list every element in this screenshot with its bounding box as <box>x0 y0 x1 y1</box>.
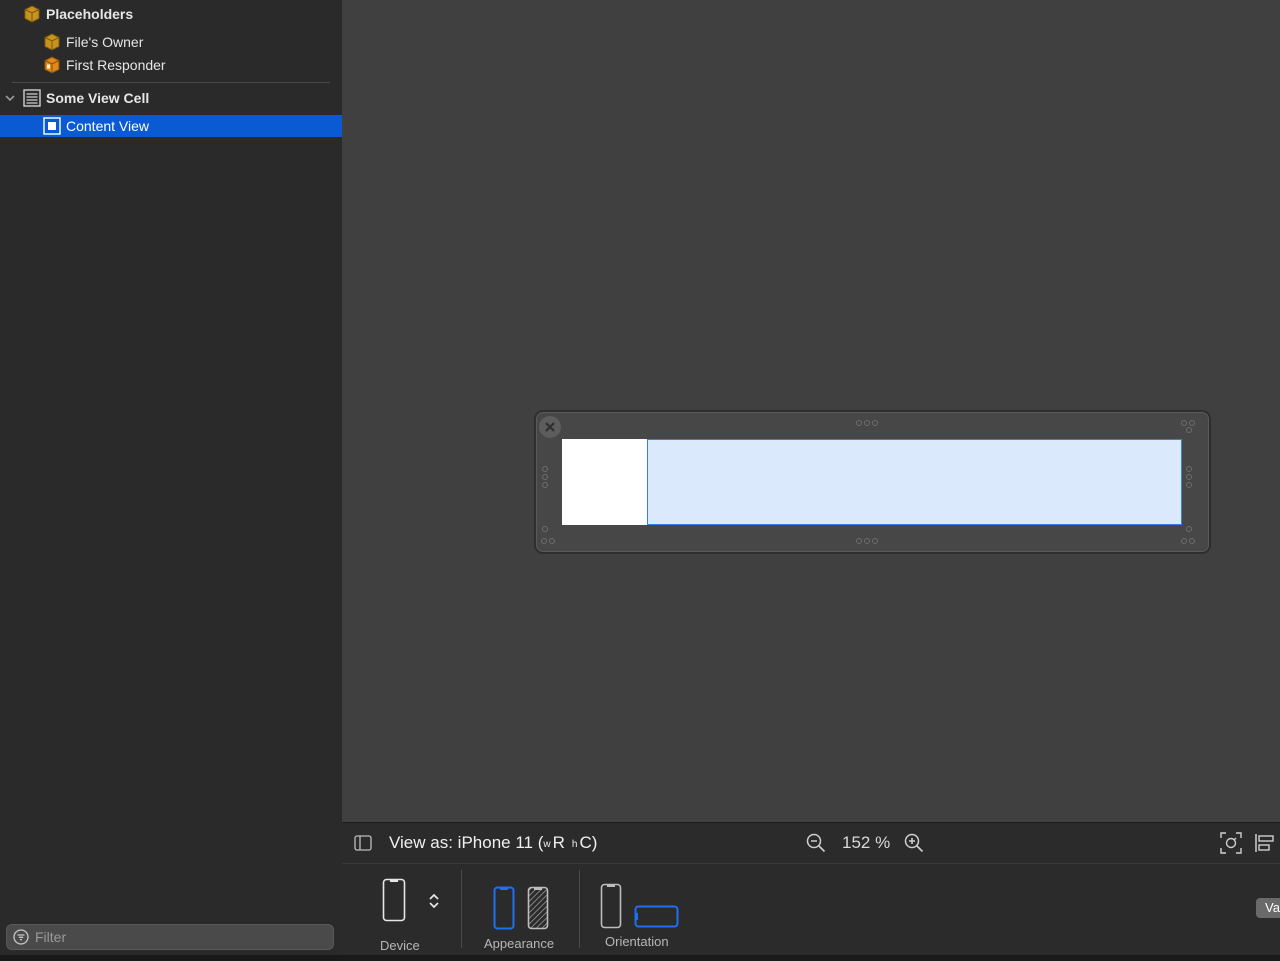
outline-content-view[interactable]: Content View <box>0 115 342 137</box>
outline-view-cell[interactable]: Some View Cell <box>0 87 342 109</box>
device-phone-button[interactable] <box>382 878 406 927</box>
resize-handle-top[interactable] <box>856 420 878 426</box>
zoom-level[interactable]: 152 % <box>842 823 890 863</box>
resize-handle-right[interactable] <box>1186 466 1192 488</box>
resize-handle-bottom[interactable] <box>856 538 878 544</box>
appearance-dark-button[interactable] <box>527 886 549 935</box>
device-configuration-panel: Device Appearance Orientation Va <box>342 864 1280 955</box>
align-button[interactable] <box>1254 823 1276 863</box>
orientation-label: Orientation <box>605 934 669 949</box>
config-separator-1 <box>461 870 462 948</box>
close-scene-icon[interactable] <box>539 416 561 438</box>
resize-handle-left[interactable] <box>542 466 548 488</box>
outline-divider <box>12 82 330 83</box>
first-responder-cube-icon <box>42 55 62 75</box>
resize-handle-bottom-left-upper[interactable] <box>542 526 548 532</box>
size-class-h-value: C <box>579 833 592 852</box>
appearance-label: Appearance <box>484 936 555 951</box>
outline-files-owner[interactable]: File's Owner <box>0 31 342 53</box>
size-class-h-label: h <box>571 839 578 850</box>
zoom-in-button[interactable] <box>904 823 924 863</box>
appearance-light-button[interactable] <box>493 886 515 935</box>
outline-first-responder[interactable]: First Responder <box>0 54 342 76</box>
view-as-prefix: View as: iPhone 11 ( <box>389 833 544 852</box>
chevron-up-down-icon <box>429 893 439 909</box>
zoom-in-icon <box>904 833 924 853</box>
filter-input[interactable] <box>35 929 333 945</box>
device-label: Device <box>380 938 420 953</box>
window-bottom-edge <box>0 955 1280 961</box>
align-icon <box>1255 834 1274 852</box>
size-class-w-label: w <box>543 839 551 850</box>
cell-content-left-area[interactable] <box>562 439 648 525</box>
outline-placeholders[interactable]: Placeholders <box>0 3 342 25</box>
update-frames-icon <box>1220 832 1242 854</box>
resize-handle-bottom-left[interactable] <box>541 538 555 544</box>
vary-for-traits-button[interactable]: Va <box>1256 898 1280 918</box>
outline-first-responder-label: First Responder <box>66 57 166 73</box>
update-frames-button[interactable] <box>1220 823 1242 863</box>
table-view-cell-scene[interactable] <box>534 410 1211 554</box>
zoom-out-button[interactable] <box>806 823 826 863</box>
resize-handle-top-right[interactable] <box>1181 420 1195 426</box>
interface-builder-canvas[interactable] <box>342 0 1280 822</box>
device-stepper[interactable] <box>428 892 440 915</box>
config-separator-2 <box>579 870 580 948</box>
device-bar: View as: iPhone 11 (w Rh C) 152 % <box>342 822 1280 864</box>
table-cell-icon <box>22 88 42 108</box>
outline-placeholders-label: Placeholders <box>46 6 134 22</box>
portrait-orientation-icon <box>600 883 622 929</box>
zoom-out-icon <box>806 833 826 853</box>
size-class-w-value: R <box>552 833 565 852</box>
filter-icon <box>13 929 29 945</box>
dark-appearance-icon <box>527 886 549 930</box>
sidebar-toggle-icon <box>354 835 372 851</box>
light-appearance-icon <box>493 886 515 930</box>
resize-handle-bottom-right-upper[interactable] <box>1186 526 1192 532</box>
files-owner-cube-icon <box>42 32 62 52</box>
content-view-selection[interactable] <box>647 439 1182 525</box>
orientation-landscape-button[interactable] <box>634 905 680 934</box>
landscape-orientation-icon <box>634 905 679 928</box>
orientation-portrait-button[interactable] <box>600 883 622 934</box>
view-as-button[interactable]: View as: iPhone 11 (w Rh C) <box>389 823 597 863</box>
outline-content-view-label: Content View <box>66 118 150 134</box>
chevron-down-icon[interactable] <box>4 92 16 104</box>
document-outline: Placeholders File's Owner First Responde… <box>0 0 342 955</box>
outline-view-cell-label: Some View Cell <box>46 90 150 106</box>
placeholder-cube-icon <box>22 4 42 24</box>
view-as-suffix: ) <box>591 833 598 852</box>
resize-handle-top-right-lower[interactable] <box>1186 427 1192 433</box>
outline-filter[interactable] <box>6 924 334 950</box>
outline-files-owner-label: File's Owner <box>66 34 144 50</box>
toggle-outline-button[interactable] <box>354 823 372 863</box>
resize-handle-bottom-right[interactable] <box>1181 538 1195 544</box>
iphone-icon <box>382 878 406 922</box>
view-square-icon <box>42 116 62 136</box>
